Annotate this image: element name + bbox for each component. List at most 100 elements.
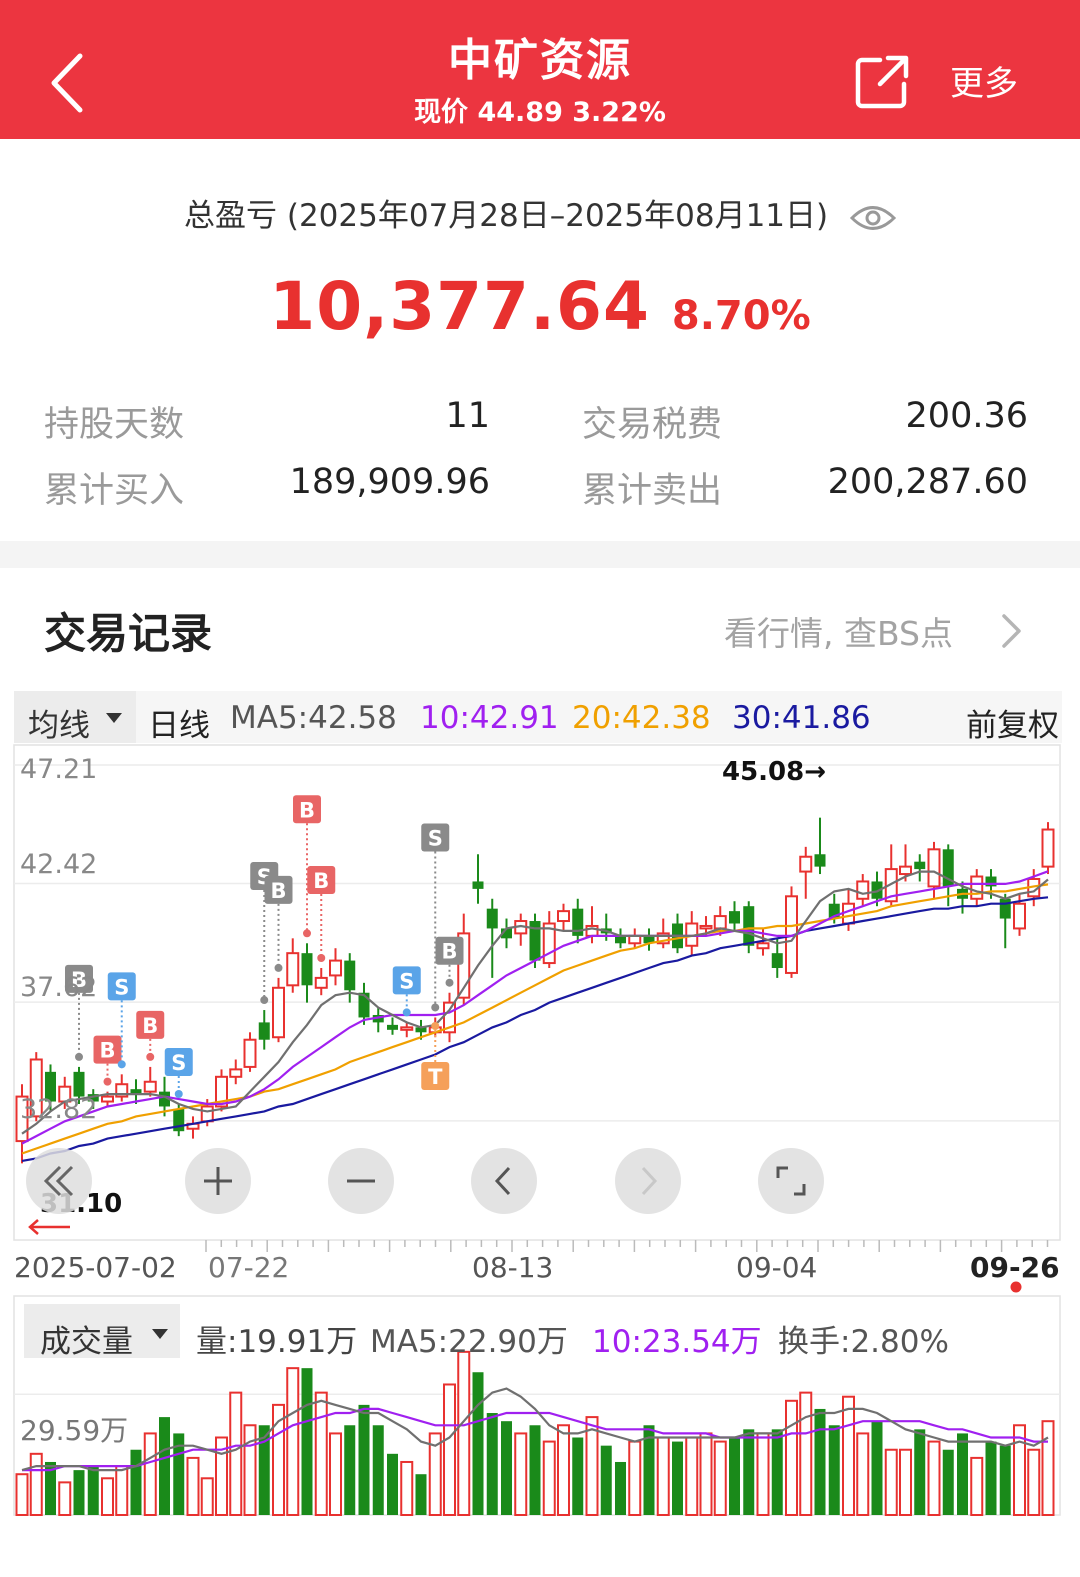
volume-bar-up [585,1416,599,1516]
volume-bar-up [457,1350,471,1517]
trade-marker-text: S [399,969,414,993]
volume-bar-up [286,1367,300,1516]
zoom-out-button[interactable] [328,1148,394,1214]
candle-down [771,953,783,969]
kline-candles [15,817,1055,1164]
volume-bar-down [73,1470,85,1515]
volume-bar-up [514,1432,528,1516]
volume-bar-up [443,1383,456,1516]
volume-selector-label: 成交量 [40,1324,133,1360]
volume-bar-up [200,1477,214,1516]
chevron-right-icon [641,1166,658,1196]
marker-dot [445,978,454,987]
marker-dot [174,1090,183,1099]
candle-down [743,906,755,946]
volume-bar-up [842,1395,855,1517]
volume-bar-down [771,1429,783,1515]
prev-button[interactable] [471,1148,537,1214]
volume-bar-down [159,1417,170,1515]
candle-down [73,1071,85,1097]
volume-bar-down [472,1372,484,1515]
fullscreen-icon [776,1166,806,1196]
volume-bar-down [87,1466,99,1515]
double-chevron-left-icon [43,1165,74,1197]
candle-up [229,1068,243,1078]
candle-down [914,861,926,870]
marker-dot [260,996,269,1005]
volume-bar-up [699,1432,713,1516]
trade-marker-text: B [99,1039,115,1063]
marker-dot [75,1052,83,1061]
trade-marker-text: B [441,940,457,964]
minus-icon [347,1179,375,1183]
candle-up [1013,902,1026,930]
candle-down [999,898,1011,919]
marker-dot [402,1008,411,1017]
volume-bar-down [501,1421,512,1515]
volume-bar-down [344,1425,356,1515]
candle-up [286,952,300,987]
volume-bar-down [415,1474,427,1515]
candle-up [314,976,328,989]
volume-bar-up [243,1424,257,1517]
volume-bar-up [799,1391,813,1517]
marker-dot [146,1052,155,1061]
x-tick-label: 09-04 [736,1251,817,1284]
kline-frame [13,744,1061,1241]
zoom-in-button[interactable] [185,1148,251,1214]
plus-icon [204,1167,232,1195]
volume-bar-down [672,1441,683,1515]
volume-bar-up [927,1440,941,1517]
candle-up [799,855,813,873]
volume-bar-down [600,1445,612,1515]
volume-bar-up [685,1436,699,1516]
trade-marker-text: B [313,869,329,893]
candle-up [101,1095,114,1103]
candle-up [557,910,570,923]
volume-bar-up [115,1465,129,1516]
trade-marker-text: S [428,826,443,850]
candle-down [301,953,313,986]
kline-markers: BBSBSSBBBSSBT [65,795,464,1099]
volume-bar-up [229,1391,243,1517]
candle-up [899,865,912,876]
volume-bar-down [743,1429,755,1515]
volume-bar-up [58,1481,72,1516]
volume-bar-up [101,1477,114,1516]
volume-ma10: 10:23.54万 [592,1324,762,1360]
candle-down [387,1024,398,1030]
volume-bar-down [985,1441,997,1515]
volume-bar-up [1041,1420,1055,1516]
volume-bar-up [1027,1448,1041,1516]
volume-bar-down [942,1449,954,1515]
trade-marker-text: S [114,975,129,999]
candle-up [699,924,713,930]
y-tick-label: 37.62 [20,972,97,1003]
next-button[interactable] [615,1148,681,1214]
candle-down [344,960,356,991]
volume-bar-up [656,1436,670,1516]
volume-bar-down [615,1461,626,1515]
candle-up [329,959,342,977]
volume-bar-down [814,1408,826,1515]
y-tick-label: 42.42 [20,849,97,880]
trade-marker-text: S [171,1051,186,1075]
volume-bar-down [572,1437,584,1515]
turnover-rate: 换手:2.80% [778,1324,949,1360]
volume-y-label: 29.59万 [20,1414,128,1447]
marker-dot [274,963,283,972]
volume-bar-up [314,1391,328,1517]
fullscreen-button[interactable] [758,1148,824,1214]
chevron-left-icon [494,1166,511,1196]
scroll-left-button[interactable] [26,1148,92,1214]
volume-bars [15,1350,1055,1517]
volume-bar-up [970,1456,984,1517]
trade-marker-text: B [299,798,315,822]
candle-down [472,881,484,889]
volume-bar-up [186,1456,200,1517]
volume-bar-up [329,1432,342,1516]
volume-bar-down [729,1437,740,1515]
volume-bar-down [301,1368,313,1515]
volume-bar-down [828,1425,840,1515]
x-tick-label: 2025-07-02 [14,1251,177,1284]
